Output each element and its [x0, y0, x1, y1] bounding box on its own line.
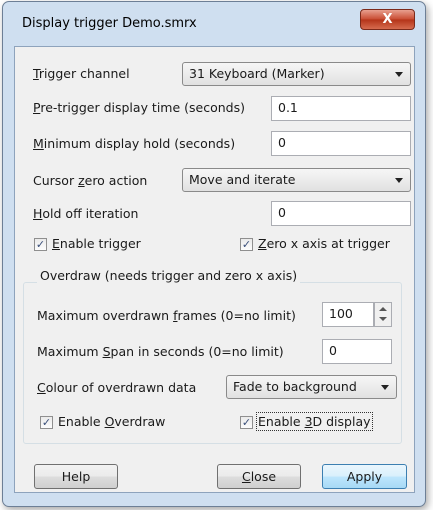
close-button[interactable]: Close [217, 464, 301, 489]
overdraw-group-label: Overdraw (needs trigger and zero x axis) [37, 268, 301, 283]
enable-overdraw-checkbox[interactable]: ✓ [40, 416, 53, 429]
zero-x-axis-label: Zero x axis at trigger [258, 236, 390, 251]
colour-overdrawn-select[interactable]: Fade to background [226, 375, 397, 399]
window-title: Display trigger Demo.smrx [22, 16, 197, 31]
cursor-zero-value: Move and iterate [189, 172, 296, 187]
pretrigger-input[interactable]: 0.1 [271, 96, 411, 121]
cursor-zero-label: Cursor zero action [33, 173, 148, 188]
cursor-zero-select[interactable]: Move and iterate [182, 168, 411, 192]
max-frames-spinner[interactable] [374, 302, 392, 327]
min-hold-label: Minimum display hold (seconds) [33, 136, 236, 151]
apply-button[interactable]: Apply [322, 464, 407, 489]
spin-down-icon[interactable] [379, 317, 387, 321]
max-span-label: Maximum Span in seconds (0=no limit) [37, 344, 284, 359]
chevron-down-icon [395, 72, 403, 77]
colour-overdrawn-value: Fade to background [233, 379, 357, 394]
zero-x-axis-checkbox[interactable]: ✓ [240, 238, 253, 251]
trigger-channel-select[interactable]: 31 Keyboard (Marker) [182, 62, 411, 86]
help-button[interactable]: Help [34, 464, 118, 489]
enable-overdraw-label: Enable Overdraw [58, 414, 166, 429]
hold-off-label: Hold off iteration [33, 206, 139, 221]
trigger-channel-label: Trigger channel [33, 66, 130, 81]
colour-overdrawn-label: Colour of overdrawn data [37, 380, 197, 395]
close-icon: X [382, 12, 393, 27]
hold-off-input[interactable]: 0 [271, 201, 411, 226]
pretrigger-label: Pre-trigger display time (seconds) [33, 100, 245, 115]
chevron-down-icon [395, 178, 403, 183]
chevron-down-icon [381, 385, 389, 390]
max-span-input[interactable]: 0 [322, 339, 392, 364]
enable-3d-label: Enable 3D display [256, 412, 373, 431]
close-window-button[interactable]: X [360, 9, 415, 30]
enable-3d-checkbox[interactable]: ✓ [240, 416, 253, 429]
enable-trigger-label: Enable trigger [52, 236, 141, 251]
spin-up-icon[interactable] [379, 307, 387, 311]
min-hold-input[interactable]: 0 [271, 131, 411, 156]
trigger-channel-value: 31 Keyboard (Marker) [189, 66, 325, 81]
max-frames-label: Maximum overdrawn frames (0=no limit) [37, 308, 296, 323]
enable-trigger-checkbox[interactable]: ✓ [34, 238, 47, 251]
max-frames-input[interactable]: 100 [322, 302, 374, 327]
